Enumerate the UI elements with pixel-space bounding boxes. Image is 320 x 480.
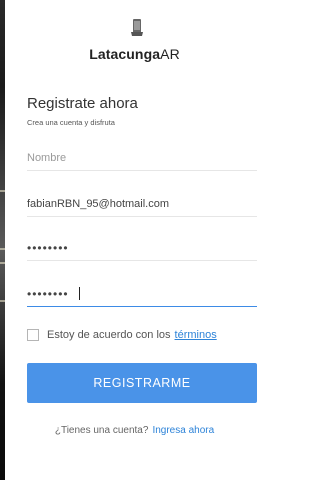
confirm-password-field[interactable] bbox=[27, 282, 257, 307]
logo-regular: AR bbox=[160, 46, 180, 62]
name-field[interactable] bbox=[27, 146, 257, 171]
app-logo: LatacungaAR bbox=[5, 46, 264, 62]
register-card: LatacungaAR Registrate ahora Crea una cu… bbox=[5, 0, 264, 480]
phone-ar-icon bbox=[131, 19, 143, 36]
form-subtitle: Crea una cuenta y disfruta bbox=[27, 118, 115, 127]
terms-agreement: Estoy de acuerdo con los términos bbox=[27, 327, 217, 343]
text-cursor bbox=[79, 287, 80, 300]
login-question: ¿Tienes una cuenta? bbox=[54, 425, 149, 436]
terms-checkbox[interactable] bbox=[27, 329, 39, 341]
terms-link[interactable]: términos bbox=[175, 329, 217, 341]
email-field[interactable] bbox=[27, 192, 257, 217]
login-link[interactable]: Ingresa ahora bbox=[152, 425, 214, 436]
login-prompt: ¿Tienes una cuenta? Ingresa ahora bbox=[5, 425, 264, 436]
logo-bold: Latacunga bbox=[89, 46, 161, 62]
password-field[interactable] bbox=[27, 236, 257, 261]
terms-label: Estoy de acuerdo con los bbox=[47, 329, 171, 341]
register-button[interactable]: REGISTRARME bbox=[27, 363, 257, 403]
form-title: Registrate ahora bbox=[27, 95, 138, 112]
